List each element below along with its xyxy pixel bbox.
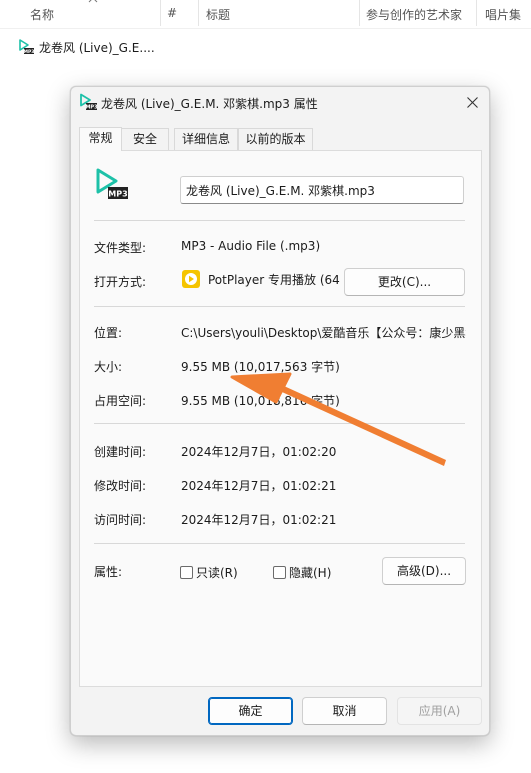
tab-details[interactable]: 详细信息	[174, 128, 238, 150]
column-name[interactable]: 名称	[30, 6, 54, 23]
general-tab-panel: MP3 文件类型: MP3 - Audio File (.mp3) 打开方式: …	[79, 150, 482, 687]
created-value: 2024年12月7日，01:02:20	[181, 445, 337, 459]
modified-value: 2024年12月7日，01:02:21	[181, 479, 337, 493]
accessed-value: 2024年12月7日，01:02:21	[181, 513, 337, 527]
readonly-label: 只读(R)	[196, 566, 238, 580]
file-name-input[interactable]	[180, 176, 464, 204]
tab-security[interactable]: 安全	[121, 128, 169, 150]
open-with-value: PotPlayer 专用播放 (64	[208, 272, 340, 287]
attributes-label: 属性:	[94, 565, 123, 579]
cancel-button[interactable]: 取消	[302, 697, 387, 725]
modified-label: 修改时间:	[94, 479, 147, 493]
column-album[interactable]: 唱片集	[485, 6, 521, 23]
potplayer-icon	[182, 270, 200, 288]
column-number[interactable]: #	[167, 6, 177, 20]
close-icon	[466, 96, 478, 108]
hidden-checkbox[interactable]: 隐藏(H)	[273, 564, 331, 581]
svg-text:MP3: MP3	[24, 49, 34, 55]
open-with-app: PotPlayer 专用播放 (64	[181, 269, 340, 289]
checkbox-box[interactable]	[180, 566, 193, 579]
divider	[94, 220, 465, 221]
apply-button[interactable]: 应用(A)	[397, 697, 482, 725]
file-type-value: MP3 - Audio File (.mp3)	[181, 239, 321, 253]
column-title[interactable]: 标题	[206, 6, 230, 23]
location-value: C:\Users\youli\Desktop\爱酷音乐【公众号：康少黑科	[181, 326, 466, 340]
open-with-label: 打开方式:	[94, 275, 147, 289]
ok-button[interactable]: 确定	[208, 697, 293, 725]
checkbox-box[interactable]	[273, 566, 286, 579]
column-artist[interactable]: 参与创作的艺术家	[366, 6, 462, 23]
tab-previous-versions[interactable]: 以前的版本	[238, 128, 313, 150]
explorer-column-header: 名称 # 标题 参与创作的艺术家 唱片集	[0, 0, 531, 29]
properties-dialog: MP3 龙卷风 (Live)_G.E.M. 邓紫棋.mp3 属性 常规 安全 详…	[70, 86, 490, 736]
size-on-disk-label: 占用空间:	[94, 394, 147, 408]
accessed-label: 访问时间:	[94, 513, 147, 527]
file-name: 龙卷风 (Live)_G.E....	[39, 40, 155, 55]
mp3-file-icon: MP3	[80, 93, 97, 111]
file-type-label: 文件类型:	[94, 241, 147, 255]
size-label: 大小:	[94, 360, 123, 374]
created-label: 创建时间:	[94, 445, 147, 459]
size-value: 9.55 MB (10,017,563 字节)	[181, 360, 340, 374]
svg-text:MP3: MP3	[108, 190, 127, 199]
hidden-label: 隐藏(H)	[289, 566, 332, 580]
mp3-large-icon: MP3	[96, 168, 128, 199]
location-label: 位置:	[94, 326, 123, 340]
sort-chevron-icon	[88, 0, 98, 3]
file-row[interactable]: MP3 龙卷风 (Live)_G.E....	[18, 38, 155, 56]
dialog-title: 龙卷风 (Live)_G.E.M. 邓紫棋.mp3 属性	[101, 97, 318, 111]
divider	[94, 306, 465, 307]
advanced-button[interactable]: 高级(D)...	[382, 557, 466, 585]
size-on-disk-value: 9.55 MB (10,018,816 字节)	[181, 394, 340, 408]
divider	[94, 543, 465, 544]
tab-general[interactable]: 常规	[79, 127, 122, 151]
divider	[94, 423, 465, 424]
readonly-checkbox[interactable]: 只读(R)	[180, 564, 238, 581]
close-button[interactable]	[455, 87, 489, 117]
mp3-file-icon: MP3	[19, 39, 34, 55]
svg-text:MP3: MP3	[85, 105, 97, 111]
dialog-titlebar[interactable]: MP3 龙卷风 (Live)_G.E.M. 邓紫棋.mp3 属性	[71, 87, 489, 117]
change-button[interactable]: 更改(C)...	[344, 268, 465, 296]
